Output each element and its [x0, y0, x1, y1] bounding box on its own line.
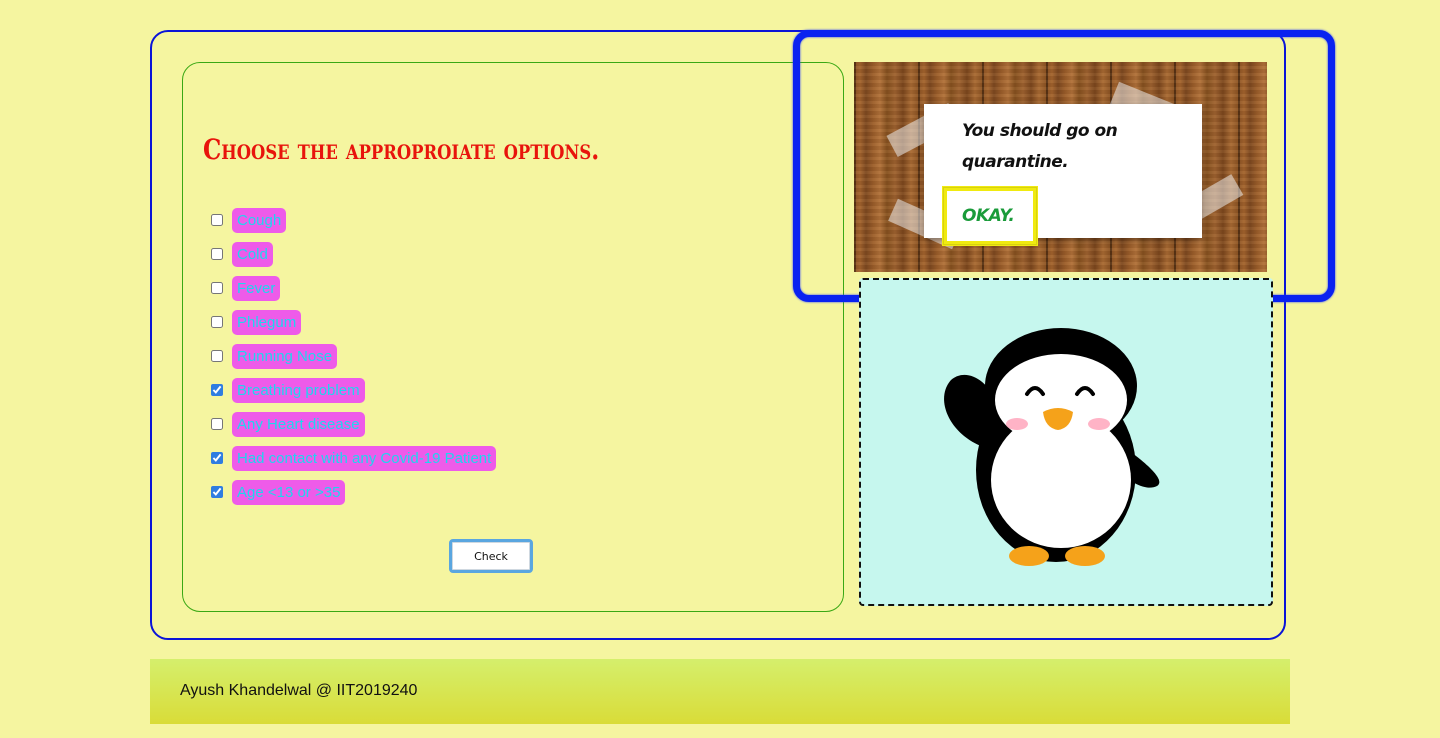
- option-heart-disease: Any Heart disease: [211, 407, 496, 441]
- symptom-options-list: Cough Cold Fever Phlegum Running Nose Br…: [211, 203, 497, 509]
- age-checkbox[interactable]: [211, 486, 223, 498]
- form-heading: Choose the approproiate options.: [203, 133, 600, 166]
- option-breathing-problem: Breathing problem: [211, 373, 496, 407]
- phlegum-checkbox[interactable]: [211, 316, 223, 328]
- heart-disease-checkbox[interactable]: [211, 418, 223, 430]
- option-label[interactable]: Age <13 or >35: [232, 479, 346, 505]
- footer: Ayush Khandelwal @ IIT2019240: [150, 659, 1290, 724]
- option-label[interactable]: Cough: [232, 207, 287, 233]
- mascot-panel: [859, 278, 1273, 606]
- option-label[interactable]: Running Nose: [232, 343, 338, 369]
- option-label[interactable]: Cold: [232, 241, 273, 267]
- option-covid-contact: Had contact with any Covid-19 Patient: [211, 441, 497, 475]
- running-nose-checkbox[interactable]: [211, 350, 223, 362]
- result-board: You should go on quarantine. OKAY.: [854, 62, 1267, 272]
- option-label[interactable]: Breathing problem: [232, 377, 365, 403]
- option-label[interactable]: Any Heart disease: [232, 411, 365, 437]
- option-label[interactable]: Fever: [232, 275, 281, 301]
- option-cold: Cold: [211, 237, 496, 271]
- symptom-form-panel: Choose the approproiate options. Cough C…: [182, 62, 844, 612]
- option-age: Age <13 or >35: [211, 475, 496, 509]
- result-note: You should go on quarantine. OKAY.: [924, 104, 1202, 246]
- fever-checkbox[interactable]: [211, 282, 223, 294]
- result-message: You should go on quarantine.: [962, 121, 1118, 172]
- option-label[interactable]: Had contact with any Covid-19 Patient: [232, 445, 497, 471]
- breathing-problem-checkbox[interactable]: [211, 384, 223, 396]
- option-fever: Fever: [211, 271, 496, 305]
- check-button[interactable]: Check: [449, 539, 533, 573]
- covid-contact-checkbox[interactable]: [211, 452, 223, 464]
- okay-button[interactable]: OKAY.: [942, 186, 1038, 246]
- option-phlegum: Phlegum: [211, 305, 496, 339]
- option-running-nose: Running Nose: [211, 339, 496, 373]
- penguin-icon: [944, 328, 1160, 566]
- option-label[interactable]: Phlegum: [232, 309, 302, 335]
- option-cough: Cough: [211, 203, 496, 237]
- cough-checkbox[interactable]: [211, 214, 223, 226]
- footer-credit: Ayush Khandelwal @ IIT2019240: [180, 682, 418, 699]
- cold-checkbox[interactable]: [211, 248, 223, 260]
